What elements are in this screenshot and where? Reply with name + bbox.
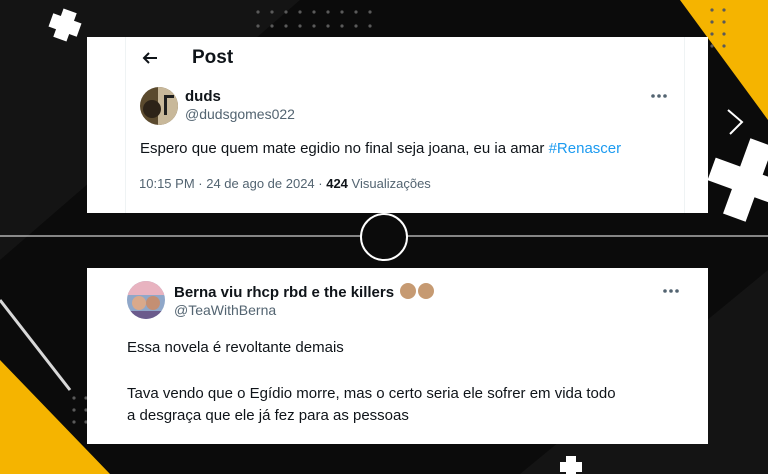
tweet-card-1: Post duds @dudsgomes022 Espero que quem … xyxy=(87,37,708,213)
hashtag-link[interactable]: #Renascer xyxy=(549,140,622,157)
views-label: Visualizações xyxy=(351,176,431,191)
avatar[interactable] xyxy=(140,87,178,125)
tweet-time[interactable]: 10:15 PM xyxy=(139,176,195,191)
tweet-text-line: Tava vendo que o Egídio morre, mas o cer… xyxy=(127,385,616,402)
display-name[interactable]: Berna viu rhcp rbd e the killers xyxy=(174,284,394,301)
tweet-text-line: Essa novela é revoltante demais xyxy=(127,339,344,356)
tweet-meta: 10:15 PM · 24 de ago de 2024 · 424 Visua… xyxy=(139,176,431,191)
tweet-text-body: Espero que quem mate egidio no final sej… xyxy=(140,140,545,157)
more-horizontal-icon[interactable] xyxy=(662,288,680,294)
clapping-hands-icon xyxy=(400,283,417,299)
tweet-text: Espero que quem mate egidio no final sej… xyxy=(140,140,621,157)
user-handle[interactable]: @TeaWithBerna xyxy=(174,302,276,318)
view-count: 424 xyxy=(326,176,348,191)
display-name[interactable]: duds xyxy=(185,88,221,105)
more-horizontal-icon[interactable] xyxy=(650,93,668,99)
user-handle[interactable]: @dudsgomes022 xyxy=(185,106,295,122)
tweet-date[interactable]: 24 de ago de 2024 xyxy=(206,176,314,191)
avatar-image xyxy=(127,281,165,319)
display-name-row: Berna viu rhcp rbd e the killers xyxy=(174,283,435,301)
page-title: Post xyxy=(192,47,234,68)
post-header: Post xyxy=(87,37,708,79)
clapping-hands-icon xyxy=(418,283,435,299)
tweet-text-line: a desgraça que ele já fez para as pessoa… xyxy=(127,407,409,424)
avatar-image xyxy=(140,87,178,125)
arrow-left-icon[interactable] xyxy=(142,50,158,66)
avatar[interactable] xyxy=(127,281,165,319)
tweet-card-2: Berna viu rhcp rbd e the killers @TeaWit… xyxy=(87,268,708,444)
